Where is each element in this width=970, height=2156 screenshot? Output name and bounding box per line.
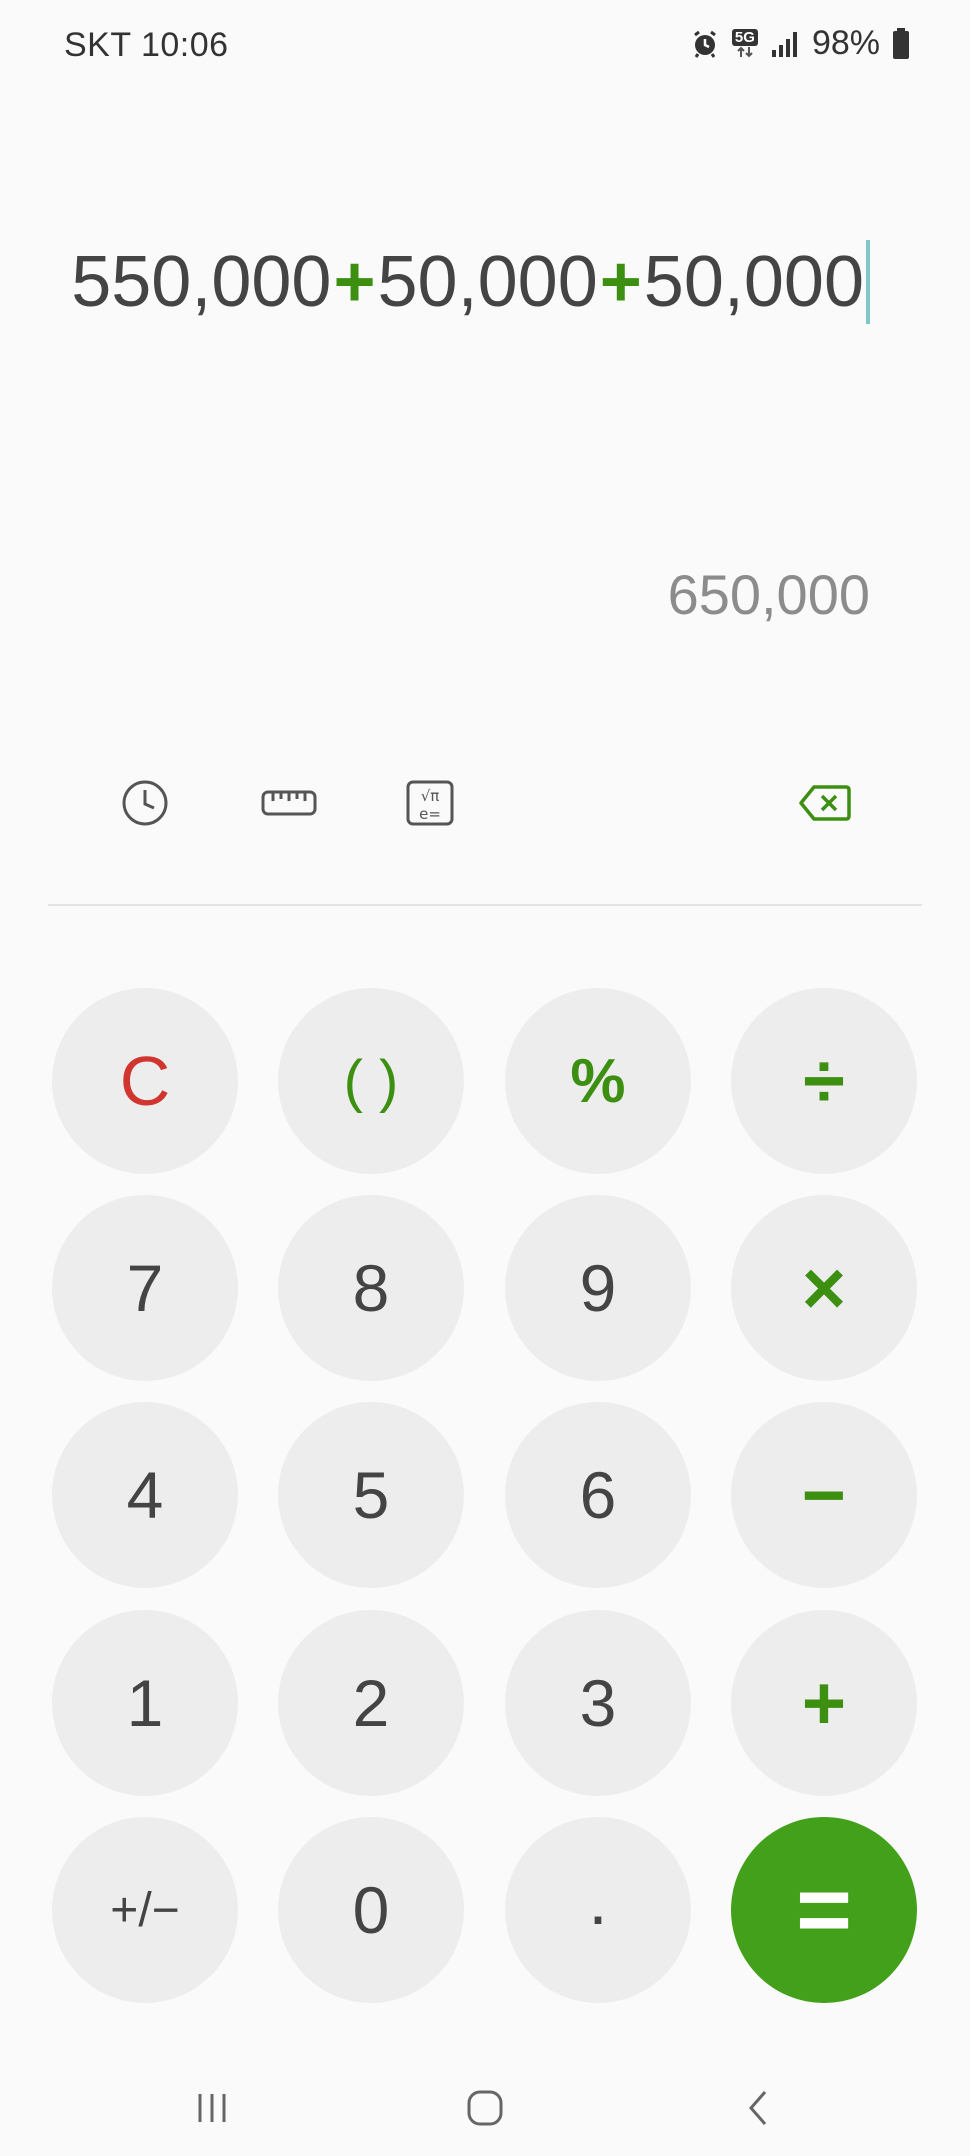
divide-button[interactable]: ÷ xyxy=(731,988,917,1174)
svg-text:√π: √π xyxy=(421,787,440,805)
5g-icon: 5G xyxy=(731,29,758,58)
text-cursor xyxy=(866,240,870,324)
unit-converter-button[interactable] xyxy=(254,770,324,840)
svg-text:e=: e= xyxy=(419,805,441,823)
add-button[interactable]: + xyxy=(731,1610,917,1796)
back-button[interactable] xyxy=(718,2080,798,2140)
digit-9-button[interactable]: 9 xyxy=(505,1195,691,1381)
recent-apps-icon xyxy=(192,2090,232,2131)
network-label: 5G xyxy=(731,29,758,46)
digit-6-button[interactable]: 6 xyxy=(505,1402,691,1588)
status-bar: SKT 10:06 5G 98% xyxy=(0,0,970,96)
digit-5-button[interactable]: 5 xyxy=(278,1402,464,1588)
expression-operand: 50,000 xyxy=(643,242,864,322)
backspace-icon xyxy=(799,784,851,827)
battery-percent: 98% xyxy=(811,24,880,62)
multiply-button[interactable]: × xyxy=(731,1195,917,1381)
backspace-button[interactable] xyxy=(790,770,860,840)
sign-toggle-button[interactable]: +/− xyxy=(52,1817,238,2003)
digit-3-button[interactable]: 3 xyxy=(505,1610,691,1796)
result-preview: 650,000 xyxy=(667,563,870,626)
expression-display[interactable]: 550,000 + 50,000 + 50,000 xyxy=(71,240,870,324)
recent-apps-button[interactable] xyxy=(172,2080,252,2140)
alarm-icon xyxy=(690,29,720,59)
subtract-button[interactable]: − xyxy=(731,1402,917,1588)
scientific-icon: √π e= xyxy=(406,780,454,831)
equals-button[interactable]: = xyxy=(731,1817,917,2003)
signal-icon xyxy=(770,30,800,58)
calculator-toolbar: √π e= xyxy=(0,770,970,840)
status-icons: 5G 98% xyxy=(690,24,910,63)
home-icon xyxy=(465,2088,505,2133)
digit-0-button[interactable]: 0 xyxy=(278,1817,464,2003)
back-icon xyxy=(743,2088,773,2133)
digit-2-button[interactable]: 2 xyxy=(278,1610,464,1796)
scientific-mode-button[interactable]: √π e= xyxy=(395,770,465,840)
decimal-point-button[interactable]: . xyxy=(505,1817,691,2003)
percent-button[interactable]: % xyxy=(505,988,691,1174)
expression-operand: 550,000 xyxy=(71,242,332,322)
navigation-bar xyxy=(0,2060,970,2156)
battery-icon xyxy=(892,27,910,60)
clear-button[interactable]: C xyxy=(52,988,238,1174)
carrier-time: SKT 10:06 xyxy=(64,26,229,64)
home-button[interactable] xyxy=(445,2080,525,2140)
display-divider xyxy=(48,904,922,906)
digit-1-button[interactable]: 1 xyxy=(52,1610,238,1796)
parentheses-button[interactable]: ( ) xyxy=(278,988,464,1174)
digit-4-button[interactable]: 4 xyxy=(52,1402,238,1588)
history-button[interactable] xyxy=(110,770,180,840)
digit-7-button[interactable]: 7 xyxy=(52,1195,238,1381)
expression-operator: + xyxy=(333,242,376,322)
history-icon xyxy=(120,778,170,833)
digit-8-button[interactable]: 8 xyxy=(278,1195,464,1381)
expression-operator: + xyxy=(599,242,642,322)
expression-operand: 50,000 xyxy=(377,242,598,322)
ruler-icon xyxy=(261,788,317,823)
